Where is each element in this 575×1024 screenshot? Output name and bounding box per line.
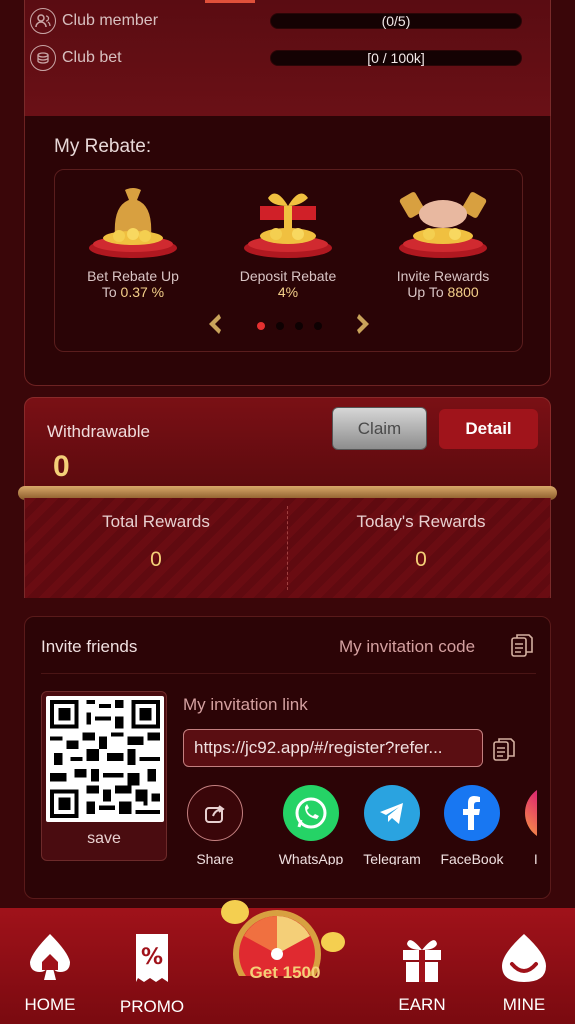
telegram-icon — [364, 785, 420, 841]
nav-wheel-label: Get 1500 — [249, 963, 321, 982]
share-facebook[interactable]: FaceBook — [432, 785, 512, 865]
rebate-item-prefix: To — [101, 284, 121, 300]
rebate-card: My Rebate: Bet Rebate Up To 0.37 % Depos… — [24, 116, 551, 386]
qr-code-box[interactable]: save — [41, 691, 167, 861]
rebate-item-title: Invite Rewards — [396, 268, 490, 284]
gift-box-coins-icon — [240, 176, 336, 262]
divider — [41, 673, 536, 674]
nav-earn[interactable]: EARN — [372, 932, 472, 1015]
total-rewards-value: 0 — [150, 548, 162, 571]
copy-link-icon[interactable] — [493, 737, 515, 761]
qr-code — [46, 696, 164, 822]
carousel-pager — [205, 310, 375, 340]
money-bag-icon — [85, 176, 181, 262]
mine-drop-icon — [502, 934, 546, 982]
nav-mine-label: MINE — [502, 995, 546, 1014]
instagram-icon — [525, 785, 537, 841]
promo-ticket-icon: % — [136, 934, 168, 982]
whatsapp-icon — [283, 785, 339, 841]
copy-code-icon[interactable] — [511, 633, 533, 657]
pager-dot[interactable] — [257, 322, 265, 330]
rebate-item-value: 8800 — [447, 284, 479, 300]
rebate-item-invite[interactable]: Invite Rewards Up To 8800 — [373, 176, 513, 300]
invitation-code-label[interactable]: My invitation code — [339, 637, 475, 657]
share-icon — [187, 785, 243, 841]
share-label: Share — [196, 851, 234, 865]
share-options: Share WhatsApp Telegram FaceBook Instag — [175, 785, 537, 865]
today-rewards-label: Today's Rewards — [356, 512, 486, 531]
share-instagram[interactable]: Instag — [513, 785, 537, 865]
spade-home-icon — [30, 934, 70, 980]
rebate-item-deposit[interactable]: Deposit Rebate 4% — [218, 176, 358, 300]
gift-icon — [403, 940, 441, 982]
nav-promo[interactable]: % PROMO — [102, 932, 202, 1017]
share-generic[interactable]: Share — [175, 785, 255, 865]
today-rewards: Today's Rewards 0 — [290, 512, 552, 572]
rebate-item-value: 4% — [277, 284, 299, 300]
withdrawable-panel: Withdrawable 0 Claim Detail — [24, 397, 551, 492]
rebate-item-title: Deposit Rebate — [239, 268, 337, 284]
rebate-item-bet[interactable]: Bet Rebate Up To 0.37 % — [63, 176, 203, 300]
rebate-title: My Rebate: — [54, 136, 152, 157]
club-bet-label: Club bet — [62, 49, 122, 66]
detail-button[interactable]: Detail — [439, 409, 538, 449]
handshake-coins-icon — [395, 176, 491, 262]
total-rewards: Total Rewards 0 — [25, 512, 287, 572]
today-rewards-value: 0 — [415, 548, 427, 571]
rebate-carousel[interactable]: Bet Rebate Up To 0.37 % Deposit Rebate 4… — [54, 169, 523, 352]
share-label: FaceBook — [440, 851, 504, 865]
nav-promo-label: PROMO — [119, 997, 185, 1016]
club-bet-row: Club bet [0 / 100k] — [30, 45, 530, 71]
claim-button[interactable]: Claim — [332, 407, 427, 450]
pager-dot[interactable] — [276, 322, 284, 330]
invite-card: Invite friends My invitation code save M… — [24, 616, 551, 899]
nav-wheel-bonus[interactable]: Get 1500 — [215, 896, 355, 1016]
people-icon — [30, 8, 56, 34]
rebate-item-value: 0.37 % — [120, 284, 165, 300]
rebate-item-prefix: Up To — [407, 284, 448, 300]
chevron-left-icon[interactable] — [205, 312, 225, 336]
invitation-link-label: My invitation link — [183, 695, 308, 714]
share-label: Instag — [533, 851, 537, 865]
nav-mine[interactable]: MINE — [474, 932, 574, 1015]
withdrawable-amount: 0 — [53, 450, 70, 483]
share-label: WhatsApp — [278, 851, 344, 865]
share-whatsapp[interactable]: WhatsApp — [271, 785, 351, 865]
invitation-link-field[interactable]: https://jc92.app/#/register?refer... — [183, 729, 483, 767]
pager-dot[interactable] — [314, 322, 322, 330]
club-member-label: Club member — [62, 12, 159, 29]
nav-home[interactable]: HOME — [0, 932, 100, 1015]
share-telegram[interactable]: Telegram — [352, 785, 432, 865]
withdrawable-label: Withdrawable — [47, 422, 150, 441]
nav-earn-label: EARN — [398, 995, 446, 1014]
club-member-progress: (0/5) — [270, 13, 522, 29]
coin-stack-icon — [30, 45, 56, 71]
club-bet-progress: [0 / 100k] — [270, 50, 522, 66]
rewards-panel: Total Rewards 0 Today's Rewards 0 — [24, 498, 551, 598]
rebate-item-title: Bet Rebate Up — [87, 268, 179, 284]
facebook-icon — [444, 785, 500, 841]
svg-text:%: % — [141, 945, 163, 970]
save-qr-button[interactable]: save — [42, 830, 166, 848]
chevron-right-icon[interactable] — [353, 312, 373, 336]
club-member-row: Club member (0/5) — [30, 8, 530, 34]
divider — [287, 506, 288, 590]
share-label: Telegram — [363, 851, 421, 865]
invite-title: Invite friends — [41, 637, 138, 656]
total-rewards-label: Total Rewards — [102, 512, 210, 531]
pager-dot[interactable] — [295, 322, 303, 330]
bottom-nav: HOME % PROMO Get 1500 EARN MINE — [0, 900, 575, 1024]
nav-home-label: HOME — [24, 995, 76, 1014]
